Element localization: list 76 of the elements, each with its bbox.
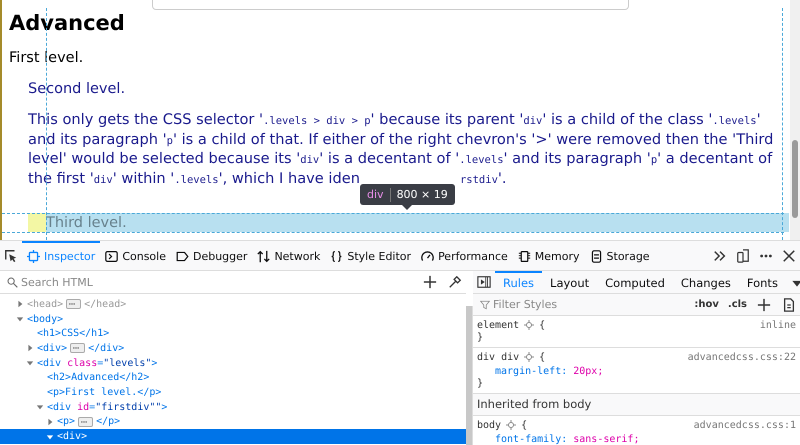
stylesheet-link[interactable]: advancedcss.css:22 [688, 352, 796, 362]
open-brace: { [539, 320, 546, 330]
hover-state-toggle[interactable]: :hov [691, 299, 722, 310]
paragraph: Second level. [28, 80, 126, 98]
page-heading: Advanced [9, 10, 126, 36]
crosshair-icon[interactable] [524, 320, 534, 330]
inspector-icon [27, 250, 40, 263]
markup-node[interactable]: <div class="levels"> [0, 356, 466, 370]
devtools-tab[interactable]: Network [252, 241, 326, 270]
scrollbar[interactable] [466, 306, 473, 445]
devtools-tab[interactable]: Storage [584, 241, 655, 270]
tooltip-pointer-icon [402, 205, 412, 210]
collapse-triangle-icon[interactable] [26, 359, 34, 368]
open-brace: { [521, 420, 528, 430]
up-down-arrows-icon [257, 250, 270, 263]
cursor-in-box-icon [4, 248, 18, 262]
class-toggle[interactable]: .cls [724, 299, 750, 310]
plus-icon [757, 298, 771, 312]
gauge-icon [421, 250, 434, 263]
devtools-tab[interactable]: Style Editor [325, 241, 416, 270]
collapse-triangle-icon[interactable] [36, 403, 44, 412]
devtools-tab[interactable]: Memory [512, 241, 585, 270]
crosshair-icon[interactable] [524, 352, 534, 362]
search-field[interactable]: Search HTML [21, 276, 416, 288]
stylesheet-link[interactable]: advancedcss.css:1 [694, 420, 796, 430]
markup-node[interactable]: <p>First level.</p> [0, 385, 466, 400]
funnel-icon [480, 300, 490, 310]
devtools-tab[interactable]: Performance [416, 241, 513, 270]
chip-icon [518, 250, 531, 263]
markup-node[interactable]: <div> [0, 429, 466, 444]
close-brace: } [477, 378, 484, 389]
devtools-tab[interactable]: Debugger [170, 241, 252, 270]
margin-highlight [28, 213, 46, 232]
close-brace: } [477, 332, 484, 343]
css-declaration: font-family: sans-serif; [494, 432, 640, 445]
css-selector: body [477, 420, 502, 430]
braces-icon [330, 250, 344, 263]
sidebar-tab[interactable]: Layout [542, 271, 598, 293]
markup-node[interactable]: <body> [0, 312, 466, 326]
phone-tablet-icon [736, 248, 750, 262]
markup-node[interactable]: <h1>CSS</h1> [0, 326, 466, 342]
console-icon [105, 250, 118, 263]
filter-input[interactable]: Filter Styles [493, 298, 688, 311]
stylesheet-link[interactable]: inline [760, 320, 796, 330]
devtools-tab[interactable]: Console [100, 241, 171, 270]
markup-node[interactable]: <div id="firstdiv""> [0, 400, 466, 414]
expand-triangle-icon[interactable] [26, 344, 34, 352]
close-icon [782, 248, 796, 262]
search-icon [7, 276, 18, 288]
sidebar-tab[interactable]: Fonts [738, 271, 786, 293]
highlighted-element: Third level. [46, 213, 789, 232]
markup-node[interactable]: <p> </p> [0, 414, 466, 430]
css-selector: div div [477, 352, 520, 362]
crosshair-icon[interactable] [506, 420, 516, 430]
element-tooltip: div 800 × 19 [360, 184, 455, 210]
expand-triangle-icon[interactable] [16, 300, 24, 308]
scrollbar[interactable] [790, 0, 800, 240]
panel-icon [477, 275, 491, 289]
eyedropper-icon [448, 275, 462, 289]
plus-icon [423, 275, 437, 289]
collapse-triangle-icon[interactable] [16, 315, 24, 324]
expand-triangle-icon[interactable] [46, 418, 54, 426]
markup-node[interactable]: <div> </div> [0, 341, 466, 356]
double-chevron-icon [713, 248, 727, 262]
sidebar-tab[interactable]: Changes [672, 271, 739, 293]
markup-node[interactable]: <h2>Advanced</h2> [0, 370, 466, 386]
collapse-triangle-icon[interactable] [46, 432, 54, 441]
paragraph: First level. [9, 49, 84, 67]
css-declaration: margin-left: 20px; [494, 364, 604, 378]
section-header: Inherited from body [473, 394, 800, 416]
css-selector: element [477, 320, 520, 330]
tag-shape-icon [176, 250, 189, 263]
document-icon [782, 298, 796, 312]
storage-icon [590, 250, 603, 263]
open-brace: { [539, 352, 546, 362]
sidebar-tab[interactable]: Computed [597, 271, 673, 293]
